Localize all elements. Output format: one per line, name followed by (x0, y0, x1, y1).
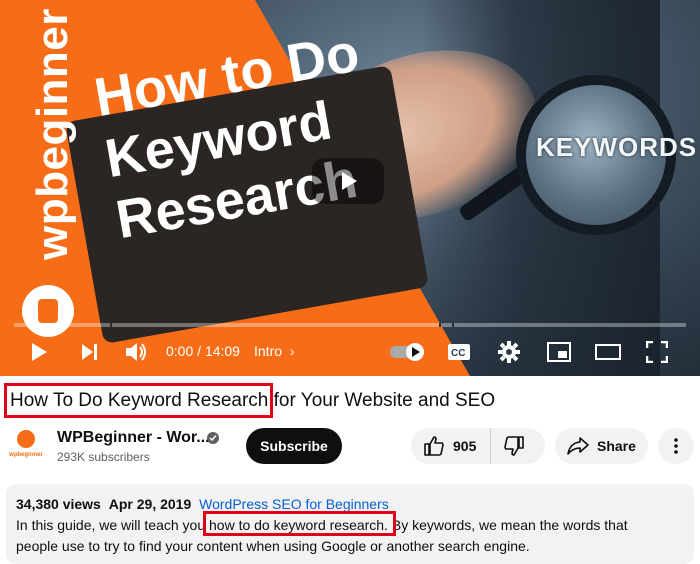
share-label: Share (597, 438, 636, 454)
volume-icon (126, 343, 146, 361)
channel-name[interactable]: WPBeginner - Wor... (57, 429, 210, 447)
like-count: 905 (453, 438, 477, 454)
time-display: 0:00 / 14:09 (166, 343, 240, 359)
description-line-2: people use to try to find your content w… (16, 538, 530, 554)
captions-icon: CC (448, 344, 470, 360)
thumbs-up-icon (424, 436, 444, 456)
channel-avatar[interactable]: wpbeginner (8, 426, 44, 462)
dislike-button[interactable] (491, 428, 539, 464)
theater-mode-button[interactable] (594, 338, 622, 366)
more-vertical-icon (674, 438, 678, 454)
chapter-divider (110, 323, 112, 327)
chapter-button[interactable]: Intro › (254, 343, 295, 359)
fullscreen-icon (646, 341, 668, 363)
share-arrow-icon (567, 437, 589, 455)
miniplayer-icon (547, 342, 571, 362)
center-play-button[interactable] (312, 158, 384, 204)
channel-row: wpbeginner WPBeginner - Wor... 293K subs… (0, 425, 700, 471)
playlist-link[interactable]: WordPress SEO for Beginners (199, 496, 389, 512)
verified-check-icon (207, 432, 219, 444)
subscriber-count: 293K subscribers (57, 450, 150, 464)
play-icon (32, 343, 47, 361)
theater-mode-icon (595, 344, 621, 360)
chapter-divider (452, 323, 454, 327)
miniplayer-button[interactable] (546, 338, 572, 366)
video-title-rest: for Your Website and SEO (268, 390, 496, 411)
autoplay-toggle[interactable] (388, 338, 428, 366)
fullscreen-button[interactable] (644, 338, 670, 366)
player-controls: 0:00 / 14:09 Intro › CC (0, 332, 700, 372)
highlight-box-title (4, 383, 273, 418)
description-line-1-before: In this guide, we will teach you (16, 517, 209, 533)
magnifier-text: KEYWORDS (536, 132, 698, 162)
like-button[interactable]: 905 (411, 428, 492, 464)
progress-bar[interactable] (14, 323, 686, 327)
thumbnail-brand-text: wpbeginner (28, 8, 77, 260)
highlight-box-description (203, 511, 396, 536)
autoplay-toggle-icon (390, 343, 424, 361)
chapter-divider (439, 323, 441, 327)
chevron-right-icon: › (289, 343, 295, 359)
share-inner: Share (555, 428, 652, 464)
share-button[interactable]: Share (555, 428, 648, 464)
avatar-logo-icon (17, 430, 35, 448)
svg-text:CC: CC (451, 348, 465, 359)
play-button[interactable] (24, 338, 54, 366)
thumbs-down-icon (504, 436, 525, 456)
subscribe-button[interactable]: Subscribe (246, 428, 342, 464)
play-icon (342, 172, 357, 190)
description-line-1-after: By keywords, we mean the words that (387, 517, 628, 533)
brand-logo-icon (22, 285, 74, 337)
volume-button[interactable] (120, 338, 152, 366)
next-button[interactable] (74, 338, 104, 366)
settings-gear-icon (498, 341, 520, 363)
like-dislike-group: 905 (411, 428, 545, 464)
upload-date: Apr 29, 2019 (108, 496, 192, 512)
chapter-label: Intro (254, 343, 283, 359)
more-actions-button[interactable] (658, 428, 694, 464)
captions-button[interactable]: CC (446, 338, 472, 366)
video-player[interactable]: KEYWORDS How to Do Keyword Research wpbe… (0, 0, 700, 376)
settings-button[interactable] (496, 338, 522, 366)
view-count: 34,380 views (16, 496, 101, 512)
next-icon (82, 344, 97, 360)
avatar-word: wpbeginner (9, 452, 43, 458)
